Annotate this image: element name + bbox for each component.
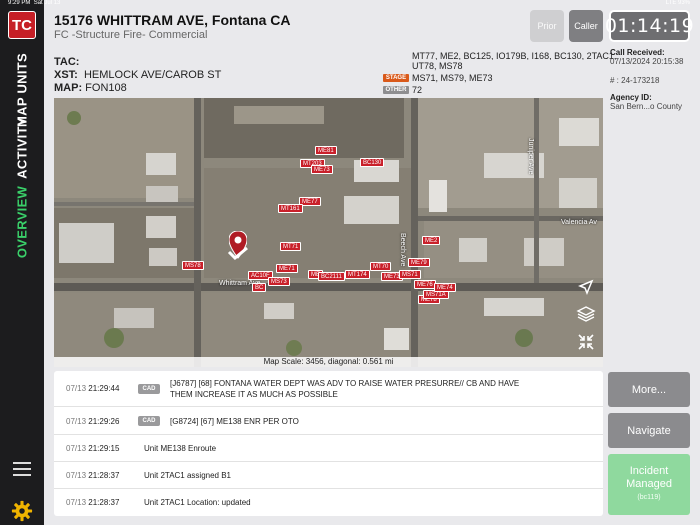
incident-managed-label: Incident Managed (626, 465, 672, 490)
call-received-value: 07/13/2024 20:15:38 (610, 57, 684, 66)
incident-map[interactable]: Whittram Ave Beech Ave Valencia Av Junip… (54, 98, 603, 367)
activity-timestamp: 07/13 21:28:37 (66, 498, 120, 507)
sidebar: TC MAP UNITS ACTIVITY OVERVIEW (0, 0, 44, 525)
caller-button[interactable]: Caller (569, 10, 603, 42)
call-number-label: # : (610, 76, 619, 85)
unit-marker[interactable]: MT161 (278, 204, 303, 213)
xst-value: HEMLOCK AVE/CAROB ST (83, 69, 222, 81)
navigate-button[interactable]: Navigate (608, 413, 690, 448)
unit-marker[interactable]: BC2111 (318, 272, 345, 281)
call-type: FC -Structure Fire- Commercial (54, 29, 208, 41)
unit-marker[interactable]: MT71 (280, 242, 302, 251)
layers-icon[interactable] (575, 303, 597, 325)
more-button[interactable]: More... (608, 372, 690, 407)
map-scale: Map Scale: 3456, diagonal: 0.561 mi (54, 357, 603, 367)
activity-row[interactable]: 07/13 21:29:15 Unit ME138 Enroute (54, 435, 603, 462)
activity-text: Unit ME138 Enroute (144, 444, 217, 453)
cad-badge: CAD (138, 416, 160, 426)
street-label: Juniper Ave (527, 138, 534, 175)
other-badge: OTHER (383, 86, 409, 94)
activity-row[interactable]: 07/13 21:29:26 CAD [G8724] [67] ME138 EN… (54, 407, 603, 435)
xst-label: XST: (54, 69, 78, 81)
prior-button[interactable]: Prior (530, 10, 564, 42)
tab-activity[interactable]: ACTIVITY (15, 117, 30, 179)
activity-row[interactable]: 07/13 21:28:37 Unit 2TAC1 assigned B1 (54, 462, 603, 489)
xst-row: XST: HEMLOCK AVE/CAROB ST (54, 69, 221, 81)
location-arrow-icon[interactable] (575, 276, 597, 298)
map-row: MAP: FON108 (54, 82, 127, 94)
activity-timestamp: 07/13 21:29:44 (66, 384, 120, 393)
app-logo: TC (8, 11, 36, 39)
activity-text: [J6787] [68] FONTANA WATER DEPT WAS ADV … (170, 379, 520, 399)
cad-badge: CAD (138, 384, 160, 394)
unit-marker[interactable]: BC130 (360, 158, 385, 167)
call-received: Call Received: 07/13/2024 20:15:38 (610, 48, 683, 66)
unit-marker[interactable]: ME73 (311, 165, 333, 174)
unit-marker[interactable]: ME2 (422, 236, 441, 245)
status-signal: LTE 93% (665, 0, 690, 6)
map-value: FON108 (85, 82, 127, 94)
status-bar: 9:29 PM Sat Jul 13 LTE 93% (0, 0, 700, 8)
call-received-label: Call Received: (610, 48, 665, 57)
unit-marker[interactable]: ME81 (315, 146, 337, 155)
activity-timestamp: 07/13 21:29:15 (66, 444, 120, 453)
menu-icon[interactable] (13, 462, 31, 476)
activity-text: Unit 2TAC1 assigned B1 (144, 471, 232, 480)
activity-row[interactable]: 07/13 21:28:37 Unit 2TAC1 Location: upda… (54, 489, 603, 516)
tac-row: TAC: (54, 56, 79, 68)
unit-marker[interactable]: MS73 (268, 277, 290, 286)
agency-id-value: San Bern...o County (610, 102, 683, 111)
assigned-units-line2: UT78, MS78 (412, 61, 463, 71)
stage-units: MS71, MS79, ME73 (412, 73, 493, 83)
map-label: MAP: (54, 82, 83, 94)
satellite-imagery (54, 98, 603, 367)
collapse-map-icon[interactable] (575, 331, 597, 353)
unit-marker[interactable]: MS71 (399, 270, 421, 279)
activity-text: [G8724] [67] ME138 ENR PER OTO (170, 417, 299, 426)
activity-log: 07/13 21:29:44 CAD [J6787] [68] FONTANA … (54, 371, 603, 516)
unit-marker[interactable]: MT174 (345, 270, 370, 279)
street-label: Valencia Av (561, 219, 597, 226)
stage-badge: STAGE (383, 74, 409, 82)
agency-id: Agency ID: San Bern...o County (610, 93, 682, 111)
unit-marker[interactable]: BC (252, 283, 267, 292)
call-number-value: 24-173218 (621, 76, 660, 85)
street-label: Beech Ave (399, 233, 406, 267)
incident-managed-unit: (bc119) (637, 494, 661, 501)
unit-marker[interactable]: MS78 (182, 261, 204, 270)
unit-marker[interactable]: ME74 (434, 283, 456, 292)
call-number: # : 24-173218 (610, 76, 659, 85)
agency-id-label: Agency ID: (610, 93, 652, 102)
unit-marker[interactable]: MT70 (370, 262, 392, 271)
activity-timestamp: 07/13 21:29:26 (66, 417, 120, 426)
unit-marker[interactable]: ME76 (414, 280, 436, 289)
activity-row[interactable]: 07/13 21:29:44 CAD [J6787] [68] FONTANA … (54, 371, 603, 407)
tac-label: TAC: (54, 56, 80, 68)
unit-marker[interactable]: ME79 (408, 258, 430, 267)
incident-address: 15176 WHITTRAM AVE, Fontana CA (54, 12, 291, 28)
gear-icon[interactable] (11, 500, 33, 522)
status-time: 9:29 PM Sat Jul 13 (8, 0, 61, 6)
checkmark-icon (227, 246, 248, 260)
elapsed-timer: 01:14:19 (605, 10, 694, 42)
tab-overview[interactable]: OVERVIEW (15, 186, 30, 258)
activity-timestamp: 07/13 21:28:37 (66, 471, 120, 480)
incident-managed-button[interactable]: Incident Managed (bc119) (608, 454, 690, 515)
unit-marker[interactable]: ME71 (276, 264, 298, 273)
assigned-units-line1: MT77, ME2, BC125, IO179B, I168, BC130, 2… (412, 51, 617, 60)
other-value: 72 (412, 85, 423, 95)
activity-text: Unit 2TAC1 Location: updated (144, 498, 251, 507)
